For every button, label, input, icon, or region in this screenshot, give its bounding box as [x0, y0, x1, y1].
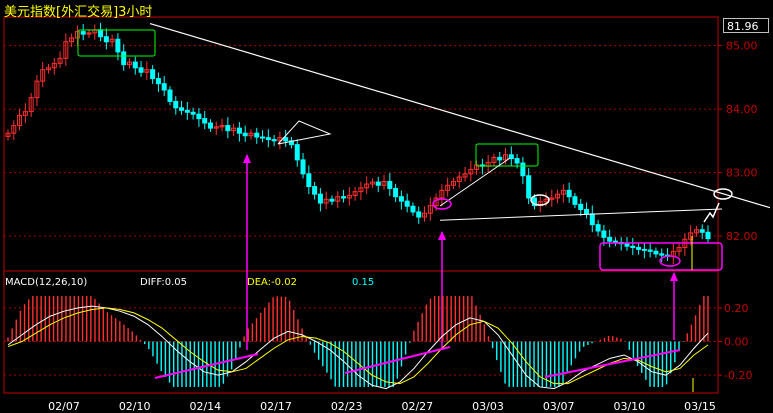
price-axis-label: 82.00 — [726, 230, 758, 243]
x-axis-label: 02/27 — [401, 400, 433, 413]
macd-axis-label: -0.20 — [724, 369, 752, 382]
candle-body — [283, 137, 289, 142]
range-box-annotation — [599, 242, 723, 271]
x-axis-label: 02/17 — [260, 400, 292, 413]
candle-body — [589, 213, 595, 226]
macd-indicator-name: MACD(12,26,10) — [5, 277, 88, 288]
price-axis-label: 83.00 — [726, 167, 758, 180]
candle-body — [514, 158, 520, 164]
candle-body — [80, 31, 86, 35]
candle-body — [653, 250, 659, 255]
candle-body — [190, 111, 196, 115]
candle-body — [572, 196, 578, 205]
macd-diff-line — [7, 305, 709, 390]
candle-body — [103, 36, 109, 43]
candle-body — [202, 118, 208, 124]
candle-body — [410, 205, 416, 213]
candle-body — [630, 245, 636, 249]
candle-body — [150, 69, 156, 80]
candle-body — [173, 100, 179, 109]
candle-body — [236, 127, 242, 134]
candle-body — [607, 236, 613, 242]
macd-dea-line — [7, 307, 709, 385]
candle-body — [271, 139, 277, 142]
last-price-box: 81.96 — [723, 18, 769, 33]
candle-body — [601, 230, 607, 238]
candle-body — [341, 196, 347, 199]
x-axis-label: 03/07 — [543, 400, 575, 413]
resistance-trendline — [149, 23, 771, 209]
divergence-arrow-head — [670, 272, 678, 281]
candle-body — [260, 136, 266, 139]
x-axis-label: 02/07 — [48, 400, 80, 413]
candle-body — [132, 61, 138, 69]
candle-body — [641, 248, 647, 251]
candle-body — [659, 253, 665, 256]
candle-body — [578, 203, 584, 210]
candle-body — [624, 243, 630, 247]
candle-body — [647, 249, 653, 252]
candle-body — [225, 125, 231, 132]
projection-zigzag — [703, 202, 720, 223]
macd-divergence-line — [544, 349, 681, 378]
candle-body — [196, 113, 202, 120]
candle-body — [398, 196, 404, 202]
candle-body — [317, 193, 323, 204]
x-axis-label: 03/10 — [613, 400, 645, 413]
candle-body — [167, 89, 173, 102]
candle-body — [416, 211, 422, 218]
macd-axis-label: 0.20 — [724, 302, 749, 315]
candle-body — [242, 132, 248, 137]
candle-body — [207, 122, 213, 129]
candle-body — [375, 181, 381, 186]
candle-body — [526, 175, 532, 199]
chart-window: 85.00 84.00 83.00 82.00 0.20 0.00 -0.20 02/07 02… — [0, 0, 773, 413]
candle-body — [138, 67, 144, 73]
chart-title: 美元指数[外汇交易]3小时 — [4, 5, 153, 20]
x-axis-label: 02/10 — [119, 400, 151, 413]
candle-body — [705, 231, 711, 240]
candle-body — [699, 229, 705, 233]
candle-body — [98, 29, 104, 38]
candle-body — [306, 173, 312, 188]
candle-body — [329, 198, 335, 202]
candle-body — [612, 240, 618, 243]
macd-axis-label: 0.00 — [724, 336, 749, 349]
candle-body — [121, 51, 127, 66]
candle-body — [179, 107, 185, 111]
divergence-arrow-head — [438, 231, 446, 240]
candle-body — [184, 109, 190, 113]
macd-histogram-value: 0.15 — [352, 277, 375, 288]
macd-dea-value: DEA:-0.02 — [247, 277, 297, 288]
candle-body — [155, 78, 161, 85]
candle-body — [161, 83, 167, 91]
candle-body — [387, 180, 393, 189]
price-axis-label: 84.00 — [726, 103, 758, 116]
x-axis-label: 02/14 — [189, 400, 221, 413]
divergence-arrow-head — [243, 154, 251, 163]
x-axis-label: 03/15 — [684, 400, 716, 413]
candle-body — [393, 187, 399, 198]
candle-body — [254, 132, 260, 138]
price-axis-label: 85.00 — [726, 40, 758, 53]
candlestick-series — [5, 22, 711, 265]
candle-body — [584, 208, 590, 215]
macd-diff-value: DIFF:0.05 — [140, 277, 188, 288]
candle-body — [312, 186, 318, 195]
candle-body — [497, 156, 503, 161]
bottom-ellipse-annotation — [659, 255, 681, 267]
candle-body — [294, 144, 300, 161]
candle-body — [566, 189, 572, 198]
candle-body — [115, 38, 121, 53]
x-axis-label: 02/23 — [331, 400, 363, 413]
chart-canvas: 85.00 84.00 83.00 82.00 0.20 0.00 -0.20 02/07 02… — [3, 16, 771, 413]
candle-body — [595, 224, 601, 232]
candle-body — [520, 162, 526, 177]
candle-body — [300, 159, 306, 175]
candle-body — [404, 200, 410, 207]
candle-body — [636, 247, 642, 250]
x-axis-label: 03/03 — [472, 400, 504, 413]
candle-body — [265, 137, 271, 141]
